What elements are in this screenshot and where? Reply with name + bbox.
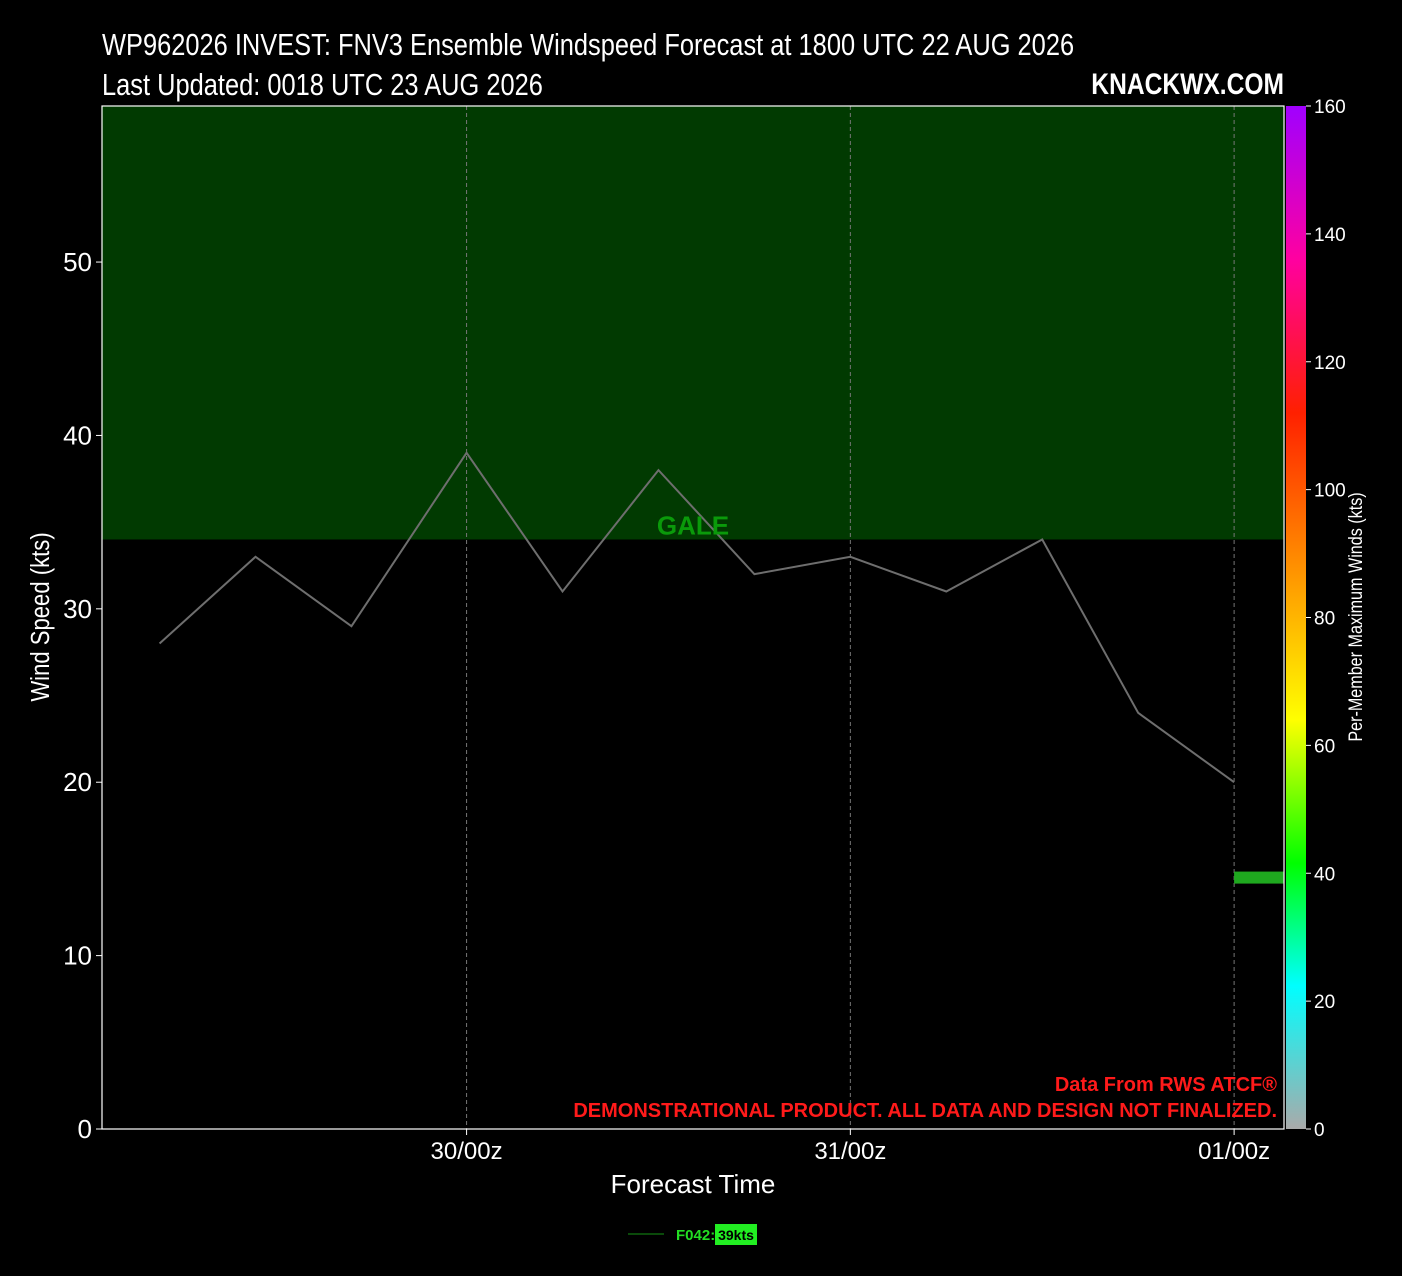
colorbar-tick-label: 120: [1314, 353, 1346, 374]
x-axis-label: Forecast Time: [611, 1169, 776, 1199]
y-tick-label: 10: [63, 941, 92, 971]
colorbar: [1286, 106, 1306, 1129]
demo-disclaimer: DEMONSTRATIONAL PRODUCT. ALL DATA AND DE…: [573, 1100, 1277, 1122]
legend-badge: 39kts: [718, 1227, 754, 1243]
x-tick-label: 01/00z: [1198, 1138, 1270, 1165]
data-source-note: Data From RWS ATCF®: [1055, 1074, 1277, 1096]
y-tick-label: 30: [63, 594, 92, 624]
legend: F042: 39kts: [628, 1224, 757, 1245]
x-axis-ticks: 30/00z 31/00z 01/00z: [431, 1129, 1270, 1165]
colorbar-tick-label: 0: [1314, 1120, 1325, 1141]
colorbar-tick-label: 80: [1314, 609, 1335, 630]
y-tick-label: 50: [63, 247, 92, 277]
colorbar-tick-label: 160: [1314, 97, 1346, 118]
gale-label: GALE: [657, 510, 729, 540]
colorbar-ticks: 0 20 40 60 80 100 120 140 160: [1306, 97, 1346, 1141]
colorbar-tick-label: 40: [1314, 864, 1335, 885]
y-tick-label: 20: [63, 767, 92, 797]
y-tick-label: 0: [78, 1114, 92, 1144]
colorbar-tick-label: 140: [1314, 225, 1346, 246]
y-tick-label: 40: [63, 420, 92, 450]
colorbar-tick-label: 60: [1314, 736, 1335, 757]
x-tick-label: 31/00z: [814, 1138, 886, 1165]
wind-speed-chart: GALE 0 10 20 30 40 50 30/00z 31/00z 01/00z Wind…: [26, 97, 1367, 1245]
legend-label: F042:: [676, 1227, 715, 1244]
current-member-marker: [1234, 871, 1284, 884]
x-tick-label: 30/00z: [431, 1138, 503, 1165]
gale-band: [102, 106, 1284, 540]
colorbar-tick-label: 100: [1314, 481, 1346, 502]
y-axis-label: Wind Speed (kts): [26, 532, 55, 701]
y-axis-ticks: 0 10 20 30 40 50: [63, 247, 102, 1144]
colorbar-label: Per-Member Maximum Winds (kts): [1345, 492, 1367, 741]
colorbar-tick-label: 20: [1314, 992, 1335, 1013]
